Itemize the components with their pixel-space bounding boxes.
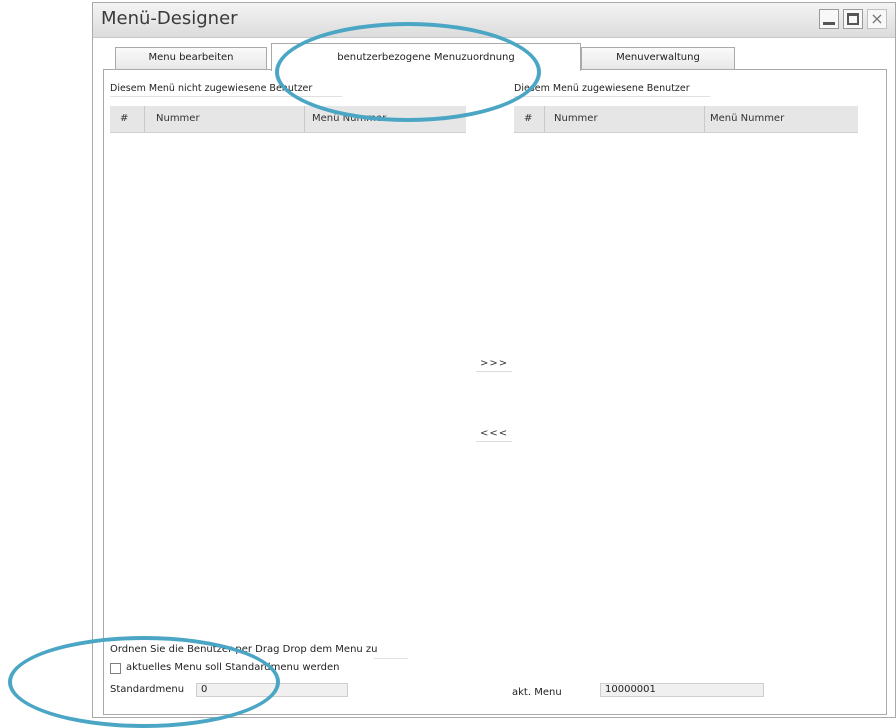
- standardmenu-label: Standardmenu: [110, 684, 185, 695]
- current-menu-label: akt. Menu: [512, 687, 562, 698]
- column-separator[interactable]: [544, 106, 545, 132]
- column-header-index[interactable]: #: [120, 113, 128, 124]
- close-icon: ×: [870, 9, 884, 28]
- column-header-menu-nummer[interactable]: Menü Nummer: [312, 113, 386, 124]
- tab-label: benutzerbezogene Menuzuordnung: [337, 52, 515, 63]
- column-separator[interactable]: [144, 106, 145, 132]
- tab-label: Menu bearbeiten: [148, 52, 234, 63]
- standard-menu-checkbox[interactable]: [110, 663, 121, 674]
- standardmenu-field[interactable]: 0: [196, 683, 348, 697]
- tab-menu-bearbeiten[interactable]: Menu bearbeiten: [115, 47, 267, 69]
- assigned-users-grid-header: # Nummer Menü Nummer: [514, 106, 858, 133]
- assigned-users-label: Diesem Menü zugewiesene Benutzer: [514, 83, 710, 97]
- unassigned-users-grid-body[interactable]: [110, 132, 466, 602]
- title-bar[interactable]: Menü-Designer ×: [93, 3, 895, 38]
- menu-designer-window: Menü-Designer × Menu bearbeiten benutzer…: [92, 2, 896, 718]
- unassign-users-button[interactable]: <<<: [476, 426, 513, 442]
- column-separator[interactable]: [304, 106, 305, 132]
- maximize-button[interactable]: [843, 9, 863, 29]
- close-button[interactable]: ×: [867, 9, 887, 29]
- tab-menuverwaltung[interactable]: Menuverwaltung: [581, 47, 735, 69]
- column-header-index[interactable]: #: [524, 113, 532, 124]
- assign-users-button[interactable]: >>>: [476, 356, 513, 372]
- unassigned-users-label: Diesem Menü nicht zugewiesene Benutzer: [110, 83, 342, 97]
- assigned-users-grid-body[interactable]: [514, 132, 858, 602]
- tab-benutzerbezogene-menuzuordnung[interactable]: benutzerbezogene Menuzuordnung: [271, 43, 581, 71]
- standard-menu-checkbox-label: aktuelles Menu soll Standardmenu werden: [126, 662, 340, 673]
- unassigned-users-grid-header: # Nummer Menü Nummer: [110, 106, 466, 133]
- tab-label: Menuverwaltung: [616, 52, 700, 63]
- column-separator[interactable]: [704, 106, 705, 132]
- column-header-menu-nummer[interactable]: Menü Nummer: [710, 113, 784, 124]
- column-header-nummer[interactable]: Nummer: [554, 113, 598, 124]
- column-header-nummer[interactable]: Nummer: [156, 113, 200, 124]
- current-menu-field[interactable]: 10000001: [600, 683, 764, 697]
- tab-bar: Menu bearbeiten benutzerbezogene Menuzuo…: [93, 43, 895, 71]
- minimize-button[interactable]: [819, 9, 839, 29]
- hint-underline: [374, 658, 408, 659]
- window-title: Menü-Designer: [101, 8, 238, 29]
- tab-panel: Diesem Menü nicht zugewiesene Benutzer #…: [103, 69, 887, 715]
- drag-drop-hint: Ordnen Sie die Benutzer per Drag Drop de…: [110, 644, 378, 655]
